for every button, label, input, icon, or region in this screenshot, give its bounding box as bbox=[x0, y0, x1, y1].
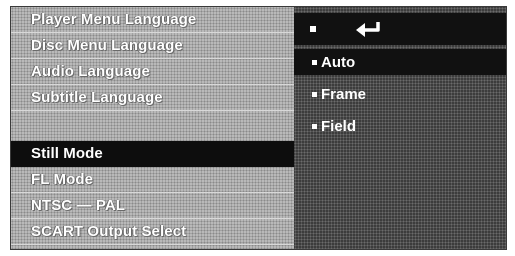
menu-item-subtitle-language[interactable]: Subtitle Language bbox=[11, 85, 294, 111]
menu-item-label: NTSC — PAL bbox=[31, 197, 126, 214]
menu-item-player-menu-language[interactable]: Player Menu Language bbox=[11, 7, 294, 33]
bullet-icon bbox=[312, 91, 317, 97]
option-label: Auto bbox=[321, 53, 356, 71]
menu-item-still-mode[interactable]: Still Mode bbox=[11, 141, 294, 167]
option-auto[interactable]: Auto bbox=[294, 49, 506, 75]
option-label: Field bbox=[321, 117, 357, 135]
menu-item-label: Player Menu Language bbox=[31, 11, 197, 28]
menu-item-label: Disc Menu Language bbox=[31, 37, 183, 54]
bullet-icon bbox=[310, 26, 316, 32]
bullet-icon bbox=[312, 59, 317, 65]
menu-item-label: Audio Language bbox=[31, 63, 150, 80]
menu-item-audio-language[interactable]: Audio Language bbox=[11, 59, 294, 85]
menu-item-disc-menu-language[interactable]: Disc Menu Language bbox=[11, 33, 294, 59]
menu-item-label: SCART Output Select bbox=[31, 223, 187, 240]
options-header[interactable] bbox=[294, 13, 506, 45]
menu-item-ntsc-pal[interactable]: NTSC — PAL bbox=[11, 193, 294, 219]
option-field[interactable]: Field bbox=[294, 113, 506, 139]
return-arrow-icon[interactable] bbox=[354, 18, 384, 40]
option-frame[interactable]: Frame bbox=[294, 81, 506, 107]
menu-item-label: Subtitle Language bbox=[31, 89, 163, 106]
bullet-icon bbox=[312, 123, 317, 129]
menu-item-fl-mode[interactable]: FL Mode bbox=[11, 167, 294, 193]
settings-screen: Player Menu Language Disc Menu Language … bbox=[10, 6, 507, 250]
option-label: Frame bbox=[321, 85, 367, 103]
menu-item-label: FL Mode bbox=[31, 171, 94, 188]
menu-panel: Player Menu Language Disc Menu Language … bbox=[11, 7, 294, 249]
menu-item-label: Still Mode bbox=[31, 145, 103, 162]
menu-item-scart-output-select[interactable]: SCART Output Select bbox=[11, 219, 294, 245]
